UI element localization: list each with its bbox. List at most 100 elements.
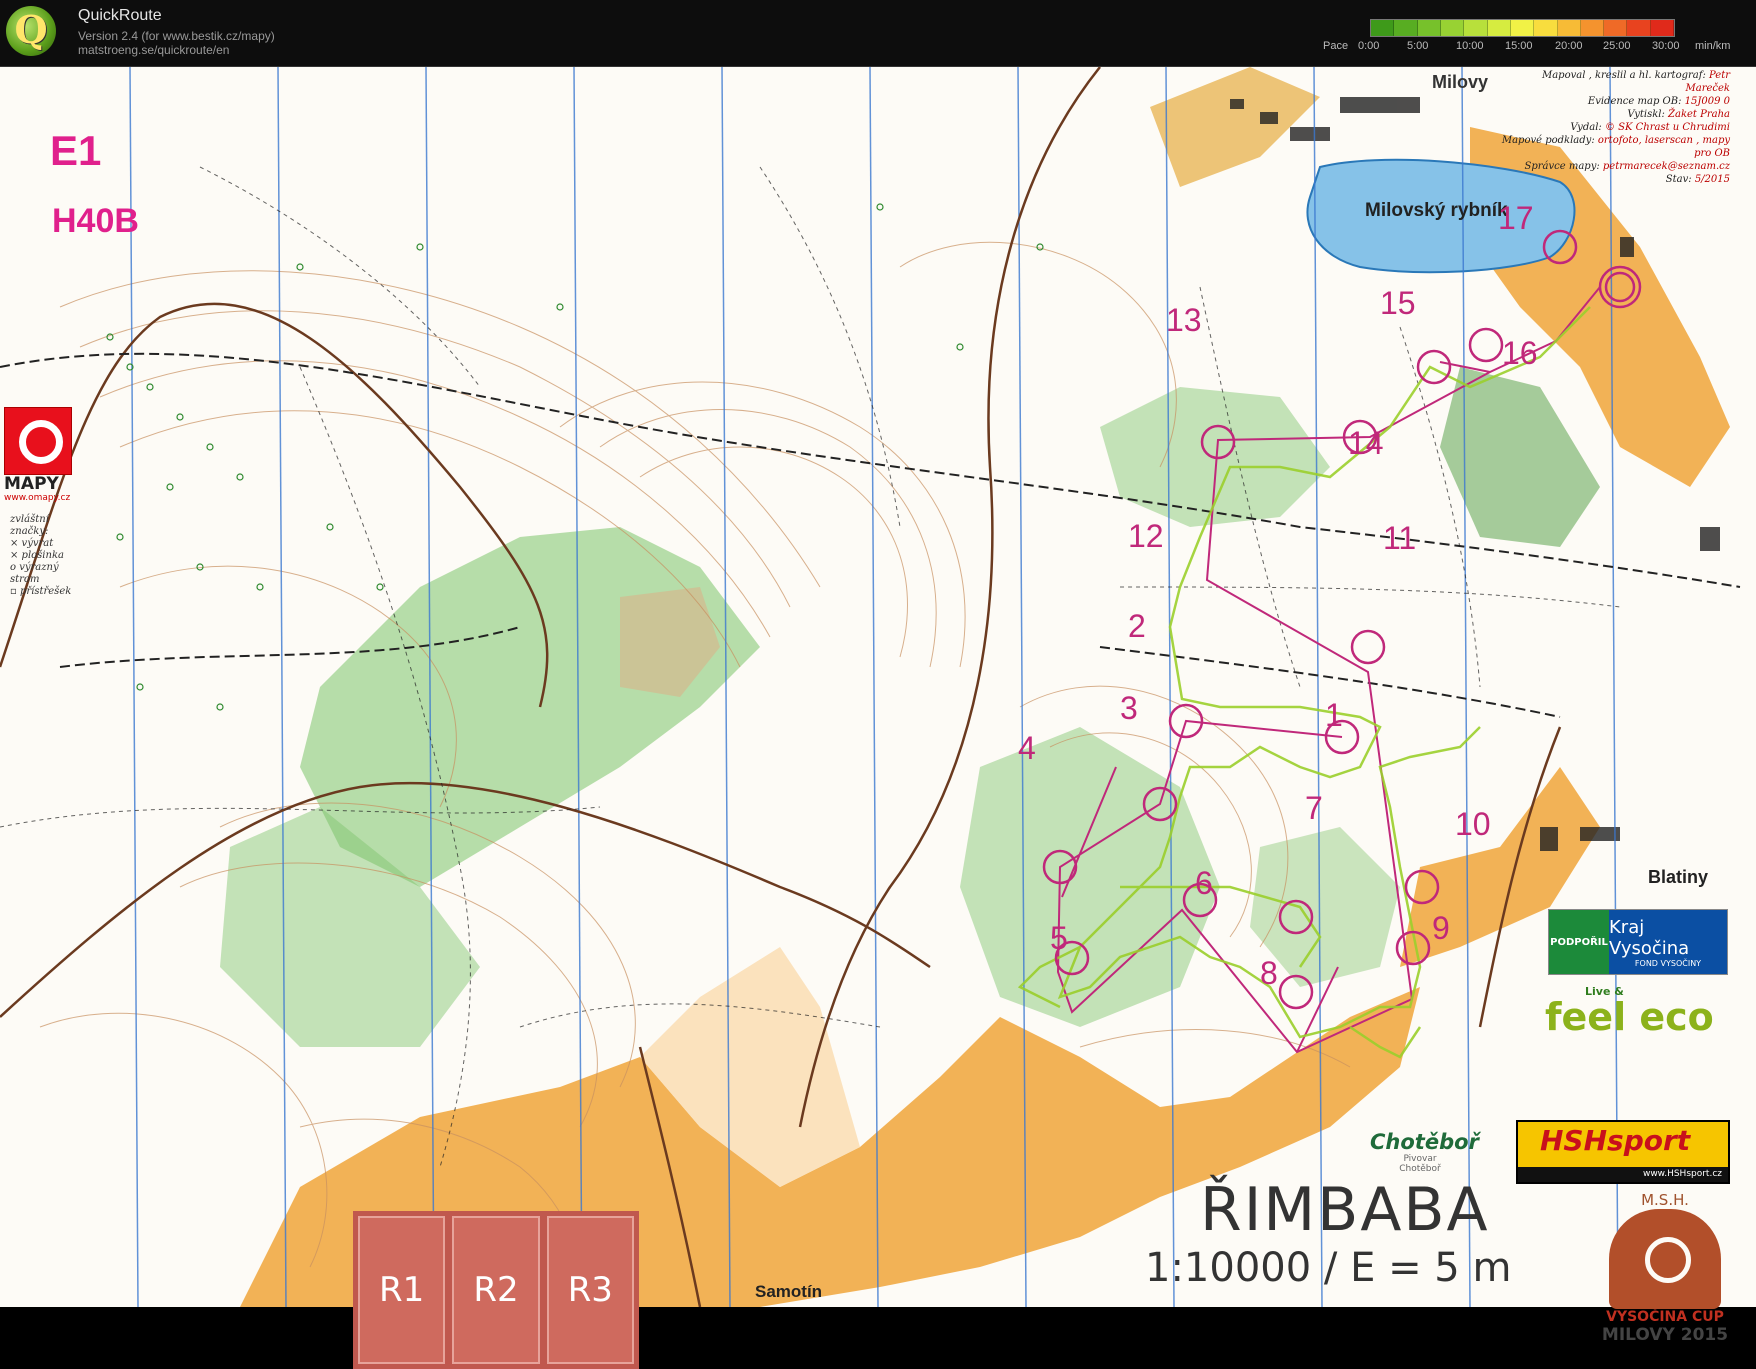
credit-line: Vydal: © SK Chrast u Chrudimi (1500, 121, 1730, 134)
pace-color-segment (1371, 20, 1395, 36)
sponsor-vysocina-sub: FOND VYSOČINY (1634, 958, 1702, 968)
control-number: 6 (1195, 865, 1213, 901)
lake-label: Milovský rybník (1365, 200, 1508, 221)
pace-label: Pace (1323, 40, 1349, 52)
pace-color-segment (1580, 20, 1605, 36)
sponsor-vysocina-right: Kraj Vysočina FOND VYSOČINY (1609, 910, 1727, 974)
legend-item: o výrazný strom (10, 562, 59, 585)
sponsor-hsh-sport: HSHsport www.HSHsport.cz (1516, 1120, 1730, 1184)
pace-tick-label: 0:00 (1358, 40, 1380, 52)
pace-tick-label: 25:00 (1603, 40, 1631, 52)
pace-color-scale (1370, 19, 1675, 37)
quickroute-logo-icon: Q (6, 6, 56, 56)
course-code: H40B (52, 202, 139, 240)
pace-color-segment (1557, 20, 1581, 36)
town-label-blatiny: Blatiny (1648, 867, 1709, 887)
sponsor-chotebor-name: Chotěboř (1370, 1130, 1479, 1154)
control-number: 4 (1018, 730, 1036, 766)
town-label-samotin: Samotín (755, 1282, 823, 1301)
sponsor-hsh-url: www.HSHsport.cz (1518, 1167, 1728, 1182)
credit-line: Evidence map OB: 15J009 0 (1500, 95, 1730, 108)
town-label-milovy: Milovy (1432, 72, 1489, 92)
map-scale: 1:10000 / E = 5 m (1145, 1245, 1512, 1291)
pace-color-segment (1464, 20, 1488, 36)
sponsor-feel-eco: Live & feel eco (1545, 985, 1725, 1045)
control-number: 9 (1432, 910, 1450, 946)
round-selector: R1 R2 R3 (353, 1211, 639, 1369)
pace-color-segment (1394, 20, 1418, 36)
app-version: Version 2.4 (for www.bestik.cz/mapy) (78, 29, 275, 43)
credit-key: Mapoval , kreslil a hl. kartograf: (1541, 70, 1709, 81)
credit-key: Stav: (1665, 174, 1695, 185)
round-button-r2[interactable]: R2 (452, 1216, 540, 1364)
pace-color-segment (1627, 20, 1651, 36)
credit-value: 15J009 0 (1684, 96, 1730, 107)
pace-color-segment (1534, 20, 1558, 36)
pace-color-segment (1440, 20, 1465, 36)
sponsor-feeleco-big: feel eco (1545, 995, 1714, 1039)
sponsor-chotebor-sub1: Pivovar (1403, 1154, 1437, 1164)
credit-value: 5/2015 (1694, 174, 1730, 185)
credit-value: ortofoto, laserscan , mapy pro OB (1597, 135, 1730, 159)
sponsor-vysocina-name: Kraj Vysočina (1609, 916, 1690, 959)
control-number: 13 (1166, 302, 1202, 338)
mapy-logo-icon (4, 407, 72, 475)
legend-item: × vývrat (10, 538, 54, 549)
pace-color-segment (1510, 20, 1535, 36)
msh-cup: VYSOČINA CUP (1606, 1309, 1724, 1325)
map-legend: zvláštní značky: × vývrat × plošinka o výra… (10, 514, 80, 598)
credit-key: Vydal: (1570, 122, 1605, 133)
legend-item: × plošinka (10, 550, 64, 561)
header-bar: Q QuickRoute Version 2.4 (for www.bestik… (0, 0, 1756, 67)
sponsor-kraj-vysocina: PODPOŘIL Kraj Vysočina FOND VYSOČINY (1548, 909, 1728, 975)
control-number: 7 (1305, 790, 1323, 826)
round-button-r3[interactable]: R3 (546, 1216, 634, 1364)
pace-color-segment (1487, 20, 1511, 36)
credit-key: Mapové podklady: (1501, 135, 1598, 146)
credit-key: Evidence map OB: (1587, 96, 1685, 107)
control-number: 14 (1348, 425, 1384, 461)
credit-line: Stav: 5/2015 (1500, 173, 1730, 186)
app-url: matstroeng.se/quickroute/en (78, 43, 230, 57)
credit-value: © SK Chrast u Chrudimi (1604, 122, 1730, 133)
pace-color-segment (1650, 20, 1675, 36)
pace-tick-label: 30:00 (1652, 40, 1680, 52)
sponsor-vysocina-cup: M.S.H. VYSOČINA CUP MILOVY 2015 (1600, 1191, 1730, 1367)
msh-top: M.S.H. (1641, 1191, 1689, 1209)
control-number: 8 (1260, 955, 1278, 991)
pace-tick-label: 20:00 (1555, 40, 1583, 52)
legend-item: zvláštní značky: (10, 514, 49, 537)
pace-tick-label: 15:00 (1505, 40, 1533, 52)
vysocina-cup-logo-icon (1609, 1209, 1721, 1309)
control-number: 10 (1455, 806, 1491, 842)
sponsor-hsh-name: HSHsport (1540, 1124, 1691, 1157)
credit-line: Mapoval , kreslil a hl. kartograf: Petr … (1500, 69, 1730, 95)
mapy-logo-text: MAPY (4, 474, 59, 494)
app-title: QuickRoute (78, 7, 162, 24)
sponsor-chotebor-sub2: Chotěboř (1399, 1164, 1441, 1174)
credit-line: Mapové podklady: ortofoto, laserscan , m… (1500, 134, 1730, 160)
control-number: 3 (1120, 690, 1138, 726)
event-code: E1 (50, 127, 102, 174)
credit-line: Vytiskl: Žaket Praha (1500, 108, 1730, 121)
credit-key: Vytiskl: (1627, 109, 1669, 120)
pace-tick-label: 5:00 (1407, 40, 1429, 52)
pace-unit: min/km (1695, 40, 1731, 52)
control-number: 1 (1325, 697, 1343, 733)
round-button-r1[interactable]: R1 (358, 1216, 446, 1364)
control-number: 2 (1128, 608, 1146, 644)
orienteering-map[interactable]: E1 H40B Milovy Milovský rybník Blatiny S… (0, 67, 1756, 1369)
control-number: 5 (1050, 920, 1068, 956)
map-graphics (0, 67, 1756, 1307)
credit-value: Žaket Praha (1668, 109, 1730, 120)
control-number: 16 (1502, 335, 1538, 371)
control-number: 12 (1128, 518, 1164, 554)
quickroute-window: Q QuickRoute Version 2.4 (for www.bestik… (0, 0, 1756, 1369)
credit-value: petrmarecek@seznam.cz (1602, 161, 1730, 172)
credit-key: Správce mapy: (1524, 161, 1603, 172)
control-number: 11 (1383, 520, 1417, 556)
pace-color-segment (1417, 20, 1441, 36)
mapy-logo: MAPY www.omapy.cz (4, 407, 72, 507)
sponsor-vysocina-left: PODPOŘIL (1549, 910, 1609, 974)
sponsor-chotebor: Chotěboř Pivovar Chotěboř (1370, 1130, 1479, 1200)
